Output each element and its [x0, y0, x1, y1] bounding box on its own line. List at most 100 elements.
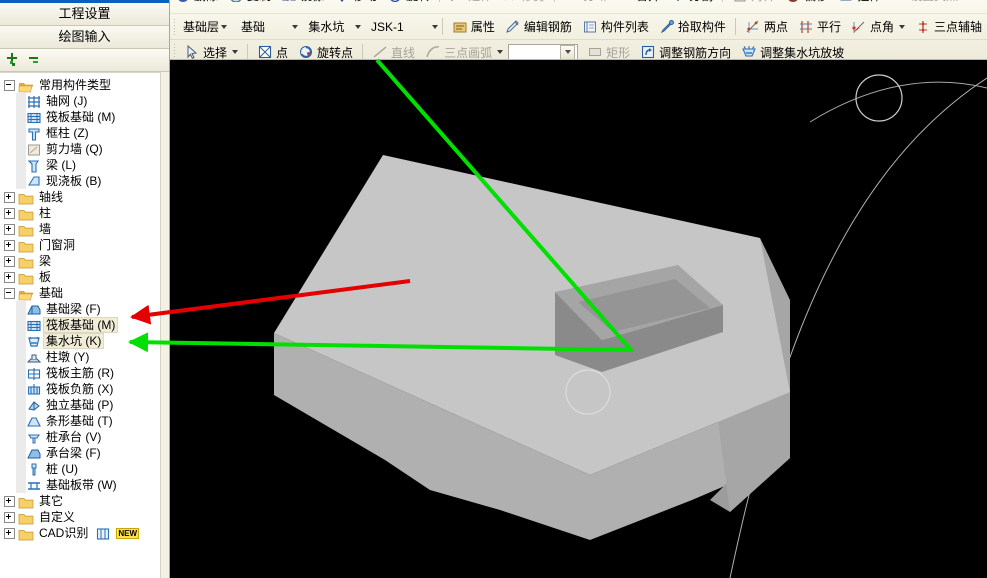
tree-expander-plus[interactable]: [4, 511, 15, 523]
adjust-sump-slope-button[interactable]: 调整集水坑放坡: [736, 42, 849, 59]
floor-selector[interactable]: 基础层: [179, 17, 228, 37]
chevron-down-icon[interactable]: [221, 24, 228, 29]
chevron-down-icon[interactable]: [431, 24, 438, 29]
chevron-down-icon[interactable]: [497, 50, 504, 54]
tree-expander-plus[interactable]: [4, 191, 15, 203]
chevron-down-icon[interactable]: [898, 24, 905, 29]
point-button[interactable]: 点: [252, 42, 293, 59]
tree-leaf-node[interactable]: 基础梁 (F): [4, 301, 161, 317]
chevron-down-icon[interactable]: [232, 50, 239, 54]
component-tree-scroll[interactable]: 常用构件类型 轴网 (J) 筏板基础 (M) 框柱 (Z) 剪力墙 (Q) 梁 (L) 现浇…: [0, 72, 161, 578]
delete-button[interactable]: 删除: [170, 0, 223, 2]
tree-vertical-scrollbar[interactable]: [160, 72, 169, 578]
select-arrow-icon: [184, 44, 200, 59]
tree-leaf-node[interactable]: 现浇板 (B): [4, 173, 161, 189]
category-selector[interactable]: 基础: [237, 17, 299, 37]
tree-leaf-node[interactable]: 桩 (U): [4, 461, 161, 477]
rotate-point-button[interactable]: 旋转点: [293, 42, 358, 59]
tree-leaf-node[interactable]: 承台梁 (F): [4, 445, 161, 461]
move-button[interactable]: 移动: [329, 0, 382, 2]
properties-button[interactable]: 属性: [447, 17, 500, 37]
rotate-button[interactable]: 旋转: [382, 0, 435, 2]
chevron-down-icon[interactable]: [354, 24, 361, 29]
tree-leaf-node[interactable]: 梁 (L): [4, 157, 161, 173]
tool-label: 平行: [816, 20, 841, 34]
mirror-button[interactable]: 镜像: [276, 0, 329, 2]
tree-leaf-node[interactable]: 筏板主筋 (R): [4, 365, 161, 381]
toolbar-grip[interactable]: [173, 17, 176, 36]
component-list-button[interactable]: 构件列表: [577, 17, 654, 37]
chevron-down-icon[interactable]: [292, 24, 299, 29]
tree-expander-plus[interactable]: [4, 207, 15, 219]
tree-folder-node[interactable]: 柱: [4, 205, 161, 221]
tree-leaf-node[interactable]: 轴网 (J): [4, 93, 161, 109]
align-button: 对齐: [727, 0, 780, 2]
adjust-rebar-direction-button[interactable]: 调整钢筋方向: [635, 42, 736, 59]
merge-button[interactable]: 合并: [612, 0, 665, 2]
split-button[interactable]: 分割: [665, 0, 718, 2]
tree-expander-minus[interactable]: [4, 79, 15, 91]
tree-leaf-node[interactable]: 基础板带 (W): [4, 477, 161, 493]
rotate-point-icon: [298, 44, 314, 59]
tree-leaf-node[interactable]: 集水坑 (K): [4, 333, 161, 349]
toolbar-separator: [247, 43, 249, 59]
tree-expander-plus[interactable]: [4, 239, 15, 251]
tree-leaf-node[interactable]: 剪力墙 (Q): [4, 141, 161, 157]
edit-rebar-button[interactable]: 编辑钢筋: [500, 17, 577, 37]
3d-model-viewport[interactable]: [170, 60, 987, 578]
tree-expander-plus[interactable]: [4, 527, 15, 539]
component-name-selector[interactable]: JSK-1: [367, 17, 438, 37]
point-angle-button[interactable]: 点角: [846, 17, 910, 37]
properties-icon: [452, 19, 468, 35]
chevron-down-icon[interactable]: [560, 44, 576, 59]
tree-folder-node[interactable]: 板: [4, 269, 161, 285]
tree-folder-node[interactable]: CAD识别 NEW: [4, 525, 161, 541]
tree-folder-node[interactable]: 基础: [4, 285, 161, 301]
tree-node-label: 基础梁 (F): [46, 302, 101, 316]
tree-leaf-node[interactable]: 筏板负筋 (X): [4, 381, 161, 397]
three-point-arc-button: 三点画弧: [420, 42, 508, 59]
tree-folder-node[interactable]: 其它: [4, 493, 161, 509]
select-arrow-button[interactable]: 选择: [179, 42, 243, 59]
arc-parameter-combo[interactable]: [508, 43, 579, 59]
pick-component-button[interactable]: 拾取构件: [654, 17, 731, 37]
tree-expander-plus[interactable]: [4, 223, 15, 235]
three-point-aux-axis-button[interactable]: 三点辅轴: [910, 17, 987, 37]
tree-folder-node[interactable]: 梁: [4, 253, 161, 269]
tree-connector: [16, 301, 26, 317]
tree-expander-minus[interactable]: [4, 287, 15, 299]
component-type-selector[interactable]: 集水坑: [304, 17, 361, 37]
stretch-button[interactable]: 拉伸: [833, 0, 886, 2]
tree-expander-plus[interactable]: [4, 255, 15, 267]
tree-connector: [16, 365, 26, 381]
tool-label: 编辑钢筋: [523, 20, 572, 34]
copy-button[interactable]: 复制: [223, 0, 276, 2]
tree-leaf-node[interactable]: 框柱 (Z): [4, 125, 161, 141]
two-point-axis-button[interactable]: 两点: [740, 17, 793, 37]
tree-folder-node[interactable]: 门窗洞: [4, 237, 161, 253]
tree-folder-node[interactable]: 墙: [4, 221, 161, 237]
tree-expander-plus[interactable]: [4, 271, 15, 283]
project-settings-button[interactable]: 工程设置: [0, 3, 169, 26]
remove-minus-icon[interactable]: [26, 52, 42, 68]
drawing-input-button[interactable]: 绘图输入: [0, 26, 169, 49]
tree-leaf-node[interactable]: 桩承台 (V): [4, 429, 161, 445]
tree-leaf-node[interactable]: 柱墩 (Y): [4, 349, 161, 365]
tree-folder-node[interactable]: 轴线: [4, 189, 161, 205]
tree-folder-node[interactable]: 常用构件类型: [4, 77, 161, 93]
add-plus-icon[interactable]: [4, 52, 20, 68]
move-icon: [334, 0, 350, 2]
toolbar-grip[interactable]: [173, 43, 176, 59]
tree-connector: [16, 445, 26, 461]
tree-folder-node[interactable]: 自定义: [4, 509, 161, 525]
cap-beam-icon: [26, 446, 41, 460]
tree-leaf-node[interactable]: 条形基础 (T): [4, 413, 161, 429]
tree-leaf-node[interactable]: 筏板基础 (M): [4, 317, 161, 333]
parallel-axis-button[interactable]: 平行: [793, 17, 846, 37]
tree-leaf-node[interactable]: 筏板基础 (M): [4, 109, 161, 125]
tree-expander-plus[interactable]: [4, 495, 15, 507]
tree-node-label: 常用构件类型: [39, 78, 112, 92]
cast-slab-icon: [26, 174, 40, 188]
offset-button[interactable]: 偏移: [780, 0, 833, 2]
tree-leaf-node[interactable]: 独立基础 (P): [4, 397, 161, 413]
